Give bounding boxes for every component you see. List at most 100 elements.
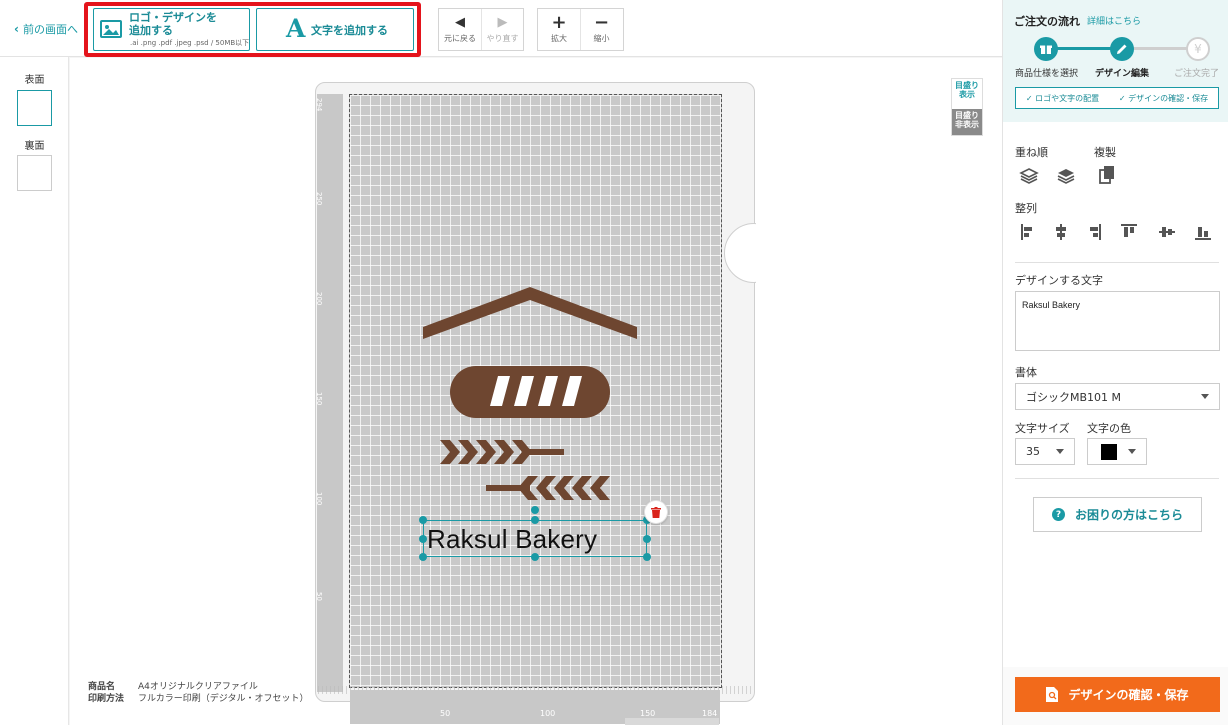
confirm-save-button[interactable]: デザインの確認・保存	[1015, 677, 1220, 712]
print-method-value: フルカラー印刷（デジタル・オフセット）	[138, 694, 309, 704]
side-selector: 表面 裏面	[0, 57, 69, 725]
trash-icon	[651, 506, 661, 518]
ruler-label: 184	[702, 709, 718, 718]
color-select[interactable]	[1087, 438, 1147, 465]
product-name-value: A4オリジナルクリアファイル	[138, 682, 258, 692]
chevron-down-icon	[1201, 394, 1209, 399]
align-middle-icon[interactable]	[1157, 222, 1177, 242]
resize-handle[interactable]	[419, 516, 427, 524]
font-label: 書体	[1015, 366, 1037, 379]
flow-detail-link[interactable]: 詳細はこちら	[1087, 14, 1141, 27]
undo-icon: ◀	[455, 14, 465, 30]
chevron-down-icon	[1128, 449, 1136, 454]
align-bottom-icon[interactable]	[1193, 222, 1213, 242]
back-link[interactable]: ‹ 前の画面へ	[14, 21, 78, 37]
product-info: 商品名 A4オリジナルクリアファイル 印刷方法 フルカラー印刷（デジタル・オフセット…	[88, 681, 309, 705]
zoom-group: + 拡大 − 縮小	[537, 8, 624, 51]
confirm-save-label: デザインの確認・保存	[1068, 688, 1189, 702]
minus-icon: −	[593, 11, 610, 33]
ruler-footer-bar	[625, 718, 719, 725]
design-text-input[interactable]: Raksul Bakery	[1015, 291, 1220, 351]
resize-handle[interactable]	[531, 553, 539, 561]
ruler-toggle[interactable]: 目盛り表示 目盛り非表示	[951, 78, 983, 136]
vertical-ruler: 294 250 200 150 100 50	[315, 94, 343, 692]
divider	[1015, 478, 1219, 479]
chevron-left-icon: ‹	[14, 22, 19, 36]
ruler-label: 50	[315, 592, 323, 601]
color-swatch	[1101, 443, 1117, 460]
zoom-in-button[interactable]: + 拡大	[538, 9, 580, 50]
checklist-item: ✓ デザインの確認・保存	[1118, 93, 1209, 103]
ruler-label: 200	[315, 292, 323, 306]
undo-button[interactable]: ◀ 元に戻る	[439, 9, 481, 50]
back-side-label: 裏面	[24, 141, 45, 152]
delete-button[interactable]	[644, 500, 668, 524]
help-button[interactable]: ? お困りの方はこちら	[1033, 497, 1202, 532]
wheat-arrow-left[interactable]	[486, 474, 610, 502]
text-icon: A	[286, 14, 306, 43]
pencil-icon	[1110, 37, 1134, 61]
align-right-icon[interactable]	[1083, 222, 1103, 242]
image-icon	[100, 20, 122, 38]
checklist-item: ✓ ロゴや文字の配置	[1025, 93, 1100, 103]
ruler-show-toggle[interactable]: 目盛り表示	[952, 79, 982, 109]
resize-handle[interactable]	[643, 553, 651, 561]
roof-logo-shape[interactable]	[423, 287, 637, 341]
ruler-hide-toggle[interactable]: 目盛り非表示	[952, 109, 982, 135]
design-canvas: 294 250 200 150 100 50 50 100 150 184 Ra…	[70, 58, 1002, 725]
color-label: 文字の色	[1087, 422, 1131, 435]
resize-handle[interactable]	[419, 535, 427, 543]
font-select-value: ゴシックMB101 M	[1026, 390, 1122, 404]
plus-icon: +	[551, 11, 567, 33]
order-flow: ご注文の流れ 詳細はこちら ¥ 商品仕様を選択 デザイン編集 ご注文完了 ✓ ロ…	[1003, 0, 1228, 122]
chevron-down-icon	[1056, 449, 1064, 454]
divider	[1015, 262, 1219, 263]
resize-handle[interactable]	[419, 553, 427, 561]
redo-icon: ▶	[497, 14, 508, 30]
add-logo-formats: .ai .png .pdf .jpeg .psd / 50MB以下	[130, 39, 250, 47]
resize-handle[interactable]	[643, 535, 651, 543]
align-label: 整列	[1015, 202, 1037, 215]
bread-logo-shape[interactable]	[450, 366, 610, 418]
layer-order-label: 重ね順	[1015, 146, 1048, 159]
ruler-label: 294	[315, 98, 323, 112]
top-toolbar: ‹ 前の画面へ ロゴ・デザインを 追加する .ai .png .pdf .jpe…	[0, 0, 1002, 57]
align-center-icon[interactable]	[1051, 222, 1071, 242]
zoom-out-label: 縮小	[593, 33, 610, 43]
bring-forward-icon[interactable]	[1019, 166, 1039, 186]
redo-label: やり直す	[486, 33, 519, 43]
redo-button[interactable]: ▶ やり直す	[481, 9, 523, 50]
question-icon: ?	[1051, 508, 1065, 521]
text-object[interactable]: Raksul Bakery	[427, 524, 597, 555]
ruler-label: 50	[440, 709, 451, 718]
tab-cutout-mask	[756, 208, 786, 298]
add-logo-button[interactable]: ロゴ・デザインを 追加する .ai .png .pdf .jpeg .psd /…	[93, 8, 250, 51]
align-left-icon[interactable]	[1019, 222, 1039, 242]
ruler-label: 150	[315, 392, 323, 406]
duplicate-label: 複製	[1094, 146, 1116, 159]
ruler-label: 250	[315, 192, 323, 206]
send-backward-icon[interactable]	[1056, 166, 1076, 186]
help-button-label: お困りの方はこちら	[1074, 508, 1183, 522]
front-side-label: 表面	[24, 75, 45, 86]
ruler-label: 100	[540, 709, 556, 718]
ruler-label: 150	[640, 709, 656, 718]
wheat-arrow-right[interactable]	[440, 438, 566, 466]
zoom-out-button[interactable]: − 縮小	[580, 9, 622, 50]
align-top-icon[interactable]	[1119, 222, 1139, 242]
duplicate-icon[interactable]	[1097, 165, 1117, 185]
add-text-button[interactable]: A 文字を追加する	[256, 8, 414, 51]
zoom-in-label: 拡大	[551, 33, 567, 43]
edit-checklist: ✓ ロゴや文字の配置 ✓ デザインの確認・保存	[1015, 87, 1219, 109]
front-side-thumbnail[interactable]	[17, 90, 52, 126]
resize-handle[interactable]	[531, 516, 539, 524]
size-select[interactable]: 35	[1015, 438, 1075, 465]
properties-panel: ご注文の流れ 詳細はこちら ¥ 商品仕様を選択 デザイン編集 ご注文完了 ✓ ロ…	[1002, 0, 1228, 725]
flow-title: ご注文の流れ	[1014, 15, 1080, 28]
font-select[interactable]: ゴシックMB101 M	[1015, 383, 1220, 410]
print-method-key: 印刷方法	[88, 694, 125, 704]
text-section-label: デザインする文字	[1015, 274, 1103, 287]
back-side-thumbnail[interactable]	[17, 155, 52, 191]
undo-label: 元に戻る	[444, 33, 476, 43]
rotate-handle[interactable]	[531, 506, 539, 514]
